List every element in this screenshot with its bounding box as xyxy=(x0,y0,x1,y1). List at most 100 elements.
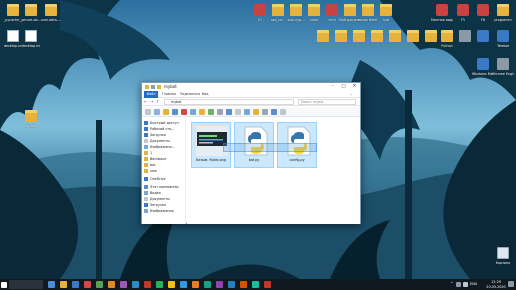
app-icon[interactable] xyxy=(96,281,103,288)
open-icon[interactable] xyxy=(217,109,223,115)
desktop-icon-mybot[interactable]: mybot xyxy=(20,110,42,128)
desktop-icon-hub[interactable]: hub xyxy=(375,4,397,22)
app-icon[interactable] xyxy=(180,281,187,288)
tab-view[interactable]: Вид xyxy=(202,92,208,96)
navigation-pane: Быстрый доступ Рабочий сто... Загрузки Д… xyxy=(142,118,186,224)
share-icon[interactable] xyxy=(253,109,259,115)
file-name: Безым. fiolde.png xyxy=(196,158,226,162)
address-box[interactable]: mybot xyxy=(164,99,294,105)
app-icon xyxy=(254,4,266,16)
app-icon[interactable] xyxy=(264,281,271,288)
desktop-icon-programm[interactable]: programm xyxy=(492,4,514,22)
taskbar-search[interactable] xyxy=(9,280,43,289)
file-explorer-window[interactable]: mybot – □ ✕ Файл Главная Поделиться Вид … xyxy=(141,82,361,224)
properties-icon[interactable] xyxy=(208,109,214,115)
explorer-taskbar-icon[interactable] xyxy=(60,281,67,288)
app-icon[interactable] xyxy=(216,281,223,288)
window-title: mybot xyxy=(164,84,177,89)
task-view-icon[interactable] xyxy=(48,281,55,288)
tab-home[interactable]: Главная xyxy=(162,92,176,96)
chrome-icon xyxy=(497,58,509,70)
tab-file[interactable]: Файл xyxy=(144,91,158,98)
folder-icon xyxy=(144,157,148,161)
app-icon xyxy=(457,4,469,16)
desktop-icon-f6[interactable]: F6 xyxy=(472,4,494,22)
app-icon[interactable] xyxy=(84,281,91,288)
desktop-icon-recycle-bin[interactable]: Корзина xyxy=(492,247,514,265)
folder-icon xyxy=(144,163,148,167)
folder-icon xyxy=(145,85,149,89)
folder-icon xyxy=(389,30,401,42)
copy-icon[interactable] xyxy=(154,109,160,115)
ribbon-tabs: Файл Главная Поделиться Вид ⌄ xyxy=(142,91,360,98)
app-icon[interactable] xyxy=(120,281,127,288)
app-icon[interactable] xyxy=(228,281,235,288)
sort-icon[interactable] xyxy=(244,109,250,115)
desktop-icon-telebot[interactable]: Telebot xyxy=(492,30,514,48)
new-folder-icon[interactable] xyxy=(199,109,205,115)
nav-item-onedrive[interactable]: OneDrive xyxy=(144,176,185,182)
nav-item-pc-pictures[interactable]: Изображения xyxy=(144,208,185,214)
tab-share[interactable]: Поделиться xyxy=(180,92,200,96)
move-icon[interactable] xyxy=(172,109,178,115)
app-icon[interactable] xyxy=(204,281,211,288)
cut-icon[interactable] xyxy=(145,109,151,115)
paste-icon[interactable] xyxy=(163,109,169,115)
nav-item-new[interactable]: new xyxy=(144,168,185,174)
folder-icon xyxy=(144,151,148,155)
forward-arrow-icon[interactable]: → xyxy=(150,99,153,104)
properties-icon[interactable] xyxy=(151,85,155,89)
desktop-icon-user-data[interactable]: user-data-... xyxy=(40,4,62,22)
network-icon[interactable] xyxy=(456,282,461,287)
app-icon[interactable] xyxy=(144,281,151,288)
desktop-icon-chrome-engine[interactable]: Chrome Engine xyxy=(492,58,514,76)
maximize-button[interactable]: □ xyxy=(338,83,349,91)
windows-start-icon[interactable] xyxy=(1,281,7,288)
ribbon-expand-icon[interactable]: ⌄ xyxy=(350,92,353,96)
preview-icon[interactable] xyxy=(280,109,286,115)
volume-icon[interactable] xyxy=(463,282,468,287)
recycle-bin-icon xyxy=(497,247,509,259)
desktop-icon-secure[interactable]: secure-ab... xyxy=(20,4,42,22)
folder-icon xyxy=(344,4,356,16)
view-icon[interactable] xyxy=(235,109,241,115)
notifications-icon[interactable] xyxy=(508,281,514,287)
app-icon[interactable] xyxy=(156,281,163,288)
telegram-icon xyxy=(497,30,509,42)
app-icon[interactable] xyxy=(108,281,115,288)
search-placeholder: Поиск: mybot xyxy=(301,100,324,104)
title-bar[interactable]: mybot – □ ✕ xyxy=(142,83,360,91)
tray-chevron-icon[interactable]: ⌃ xyxy=(450,281,453,287)
document-icon xyxy=(144,197,148,201)
language-indicator[interactable]: ENG xyxy=(470,282,477,287)
settings-icon[interactable] xyxy=(262,109,268,115)
minimize-button[interactable]: – xyxy=(327,83,338,91)
app-icon xyxy=(436,4,448,16)
app-icon[interactable] xyxy=(240,281,247,288)
desktop-icon-montage[interactable]: Монтаж видео xyxy=(431,4,453,22)
file-list-pane[interactable]: Безым. fiolde.png bot.py config.py xyxy=(187,118,360,224)
app-icon[interactable] xyxy=(168,281,175,288)
folder-icon xyxy=(25,4,37,16)
rename-icon[interactable] xyxy=(190,109,196,115)
new-folder-icon[interactable] xyxy=(157,85,161,89)
delete-icon[interactable] xyxy=(181,109,187,115)
desktop-icon-row2-10[interactable] xyxy=(472,30,494,44)
desktop-icon-desktop-ini-2[interactable]: desktop.ini xyxy=(20,30,42,48)
desktop-icon-media-player[interactable]: Windows Media P. xyxy=(472,58,494,76)
search-input[interactable]: Поиск: mybot xyxy=(298,99,356,105)
close-button[interactable]: ✕ xyxy=(349,83,360,91)
app-icon[interactable] xyxy=(252,281,259,288)
folder-icon xyxy=(317,30,329,42)
address-bar-row: ← → ↑ mybot Поиск: mybot xyxy=(142,98,360,106)
desktop-icon-f5[interactable]: F5 xyxy=(452,4,474,22)
back-arrow-icon[interactable]: ← xyxy=(144,99,147,104)
taskbar: ⌃ ENG 12:29 20.05.2020 xyxy=(0,279,516,290)
up-arrow-icon[interactable]: ↑ xyxy=(156,99,159,104)
clock[interactable]: 12:29 20.05.2020 xyxy=(486,280,506,289)
app-icon[interactable] xyxy=(132,281,139,288)
details-icon[interactable] xyxy=(271,109,277,115)
edge-icon[interactable] xyxy=(72,281,79,288)
select-all-icon[interactable] xyxy=(226,109,232,115)
app-icon[interactable] xyxy=(192,281,199,288)
